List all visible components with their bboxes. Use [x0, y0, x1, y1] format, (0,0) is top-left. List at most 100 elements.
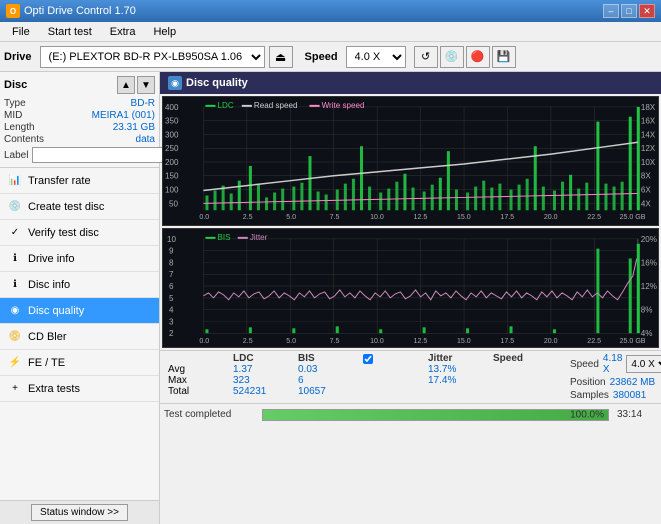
- progress-bar-fill: [263, 410, 608, 420]
- stats-header-row: LDC BIS Jitter Speed: [164, 353, 554, 364]
- extra-tests-icon: +: [8, 382, 22, 396]
- svg-text:22.5: 22.5: [587, 214, 601, 221]
- avg-label: Avg: [164, 364, 229, 375]
- type-key: Type: [4, 98, 26, 109]
- nav-fe-te[interactable]: ⚡ FE / TE: [0, 350, 159, 376]
- chart-title: Disc quality: [186, 77, 248, 89]
- stat-jitter-header: Jitter: [424, 353, 489, 364]
- svg-text:10.0: 10.0: [370, 214, 384, 221]
- speed-selector[interactable]: 4.0 X: [346, 46, 406, 68]
- drive-selector[interactable]: (E:) PLEXTOR BD-R PX-LB950SA 1.06: [40, 46, 265, 68]
- nav-items: 📊 Transfer rate 💿 Create test disc ✓ Ver…: [0, 168, 159, 500]
- svg-text:20%: 20%: [641, 235, 657, 244]
- nav-extra-tests-label: Extra tests: [28, 383, 80, 395]
- nav-disc-info-label: Disc info: [28, 279, 70, 291]
- svg-text:150: 150: [165, 172, 179, 181]
- svg-text:10: 10: [167, 235, 177, 244]
- svg-text:15.0: 15.0: [457, 338, 471, 345]
- svg-text:Write speed: Write speed: [322, 101, 365, 110]
- total-ldc: 524231: [229, 386, 294, 397]
- svg-text:14X: 14X: [641, 130, 656, 139]
- disc-panel: Disc ▲ ▼ Type BD-R MID MEIRA1 (001) Leng…: [0, 72, 159, 168]
- max-label: Max: [164, 375, 229, 386]
- maximize-button[interactable]: □: [621, 4, 637, 18]
- nav-cd-bler-label: CD Bler: [28, 331, 67, 343]
- svg-text:Jitter: Jitter: [250, 233, 268, 242]
- avg-jitter: 13.7%: [424, 364, 489, 375]
- cd-bler-icon: 📀: [8, 330, 22, 344]
- stat-speed-header: Speed: [489, 353, 554, 364]
- svg-text:7.5: 7.5: [330, 214, 340, 221]
- disc-arrow-up[interactable]: ▲: [117, 76, 135, 94]
- max-bis: 6: [294, 375, 359, 386]
- label-input[interactable]: [32, 147, 170, 163]
- nav-disc-info[interactable]: ℹ Disc info: [0, 272, 159, 298]
- bottom-chart: 10 9 8 7 6 5 4 3 2 20% 16% 12% 8% 4% 0.0…: [162, 228, 659, 348]
- svg-text:22.5: 22.5: [587, 338, 601, 345]
- nav-disc-quality[interactable]: ◉ Disc quality: [0, 298, 159, 324]
- progress-percentage: 100.0%: [570, 409, 604, 420]
- nav-drive-info[interactable]: ℹ Drive info: [0, 246, 159, 272]
- svg-text:4: 4: [169, 306, 174, 315]
- svg-text:16X: 16X: [641, 117, 656, 126]
- bottom-chart-svg: 10 9 8 7 6 5 4 3 2 20% 16% 12% 8% 4% 0.0…: [163, 229, 658, 347]
- jitter-checkbox[interactable]: [363, 354, 373, 364]
- mid-key: MID: [4, 110, 22, 121]
- speed-stat-select[interactable]: 4.0 X: [626, 355, 661, 373]
- svg-text:12.5: 12.5: [414, 214, 428, 221]
- disc-quality-icon: ◉: [8, 304, 22, 318]
- menu-extra[interactable]: Extra: [102, 23, 144, 41]
- stat-bis-header: BIS: [294, 353, 359, 364]
- length-key: Length: [4, 122, 35, 133]
- refresh-button[interactable]: ↺: [414, 46, 438, 68]
- svg-text:4%: 4%: [641, 329, 653, 338]
- nav-verify-test-disc-label: Verify test disc: [28, 227, 99, 239]
- menu-file[interactable]: File: [4, 23, 38, 41]
- speed-row: Speed 4.18 X 4.0 X: [570, 353, 661, 375]
- total-bis: 10657: [294, 386, 359, 397]
- svg-text:18X: 18X: [641, 103, 656, 112]
- menu-help[interactable]: Help: [145, 23, 184, 41]
- burn-button[interactable]: 🔴: [466, 46, 490, 68]
- eject-button[interactable]: ⏏: [269, 46, 293, 68]
- nav-create-test-disc[interactable]: 💿 Create test disc: [0, 194, 159, 220]
- save-button[interactable]: 💾: [492, 46, 516, 68]
- svg-text:8%: 8%: [641, 306, 653, 315]
- nav-extra-tests[interactable]: + Extra tests: [0, 376, 159, 402]
- position-row: Position 23862 MB: [570, 377, 661, 388]
- nav-transfer-rate-label: Transfer rate: [28, 175, 91, 187]
- drive-label: Drive: [4, 51, 32, 63]
- nav-drive-info-label: Drive info: [28, 253, 74, 265]
- nav-verify-test-disc[interactable]: ✓ Verify test disc: [0, 220, 159, 246]
- svg-text:5: 5: [169, 294, 174, 303]
- status-window-area: Status window >>: [0, 500, 159, 524]
- content-panel: ◉ Disc quality: [160, 72, 661, 524]
- menu-start-test[interactable]: Start test: [40, 23, 100, 41]
- main-layout: Disc ▲ ▼ Type BD-R MID MEIRA1 (001) Leng…: [0, 72, 661, 524]
- minimize-button[interactable]: –: [603, 4, 619, 18]
- status-window-button[interactable]: Status window >>: [31, 504, 128, 521]
- app-icon: O: [6, 4, 20, 18]
- label-key: Label: [4, 150, 28, 161]
- disc-arrow-down[interactable]: ▼: [137, 76, 155, 94]
- svg-text:200: 200: [165, 158, 179, 167]
- samples-label: Samples: [570, 390, 609, 401]
- disc-button[interactable]: 💿: [440, 46, 464, 68]
- disc-section-label: Disc: [4, 79, 27, 91]
- svg-text:6X: 6X: [641, 186, 652, 195]
- nav-cd-bler[interactable]: 📀 CD Bler: [0, 324, 159, 350]
- svg-text:3: 3: [169, 317, 174, 326]
- close-button[interactable]: ✕: [639, 4, 655, 18]
- position-label: Position: [570, 377, 606, 388]
- svg-text:5.0: 5.0: [286, 214, 296, 221]
- svg-text:2: 2: [169, 329, 174, 338]
- nav-transfer-rate[interactable]: 📊 Transfer rate: [0, 168, 159, 194]
- status-text: Test completed: [164, 409, 254, 420]
- svg-text:2.5: 2.5: [243, 338, 253, 345]
- avg-jitter-space: [359, 364, 424, 375]
- stats-table-container: LDC BIS Jitter Speed Avg 1.37 0.03 13.7%: [164, 353, 554, 397]
- contents-val: data: [136, 134, 155, 145]
- drive-info-icon: ℹ: [8, 252, 22, 266]
- samples-row: Samples 380081: [570, 390, 661, 401]
- disc-info-icon: ℹ: [8, 278, 22, 292]
